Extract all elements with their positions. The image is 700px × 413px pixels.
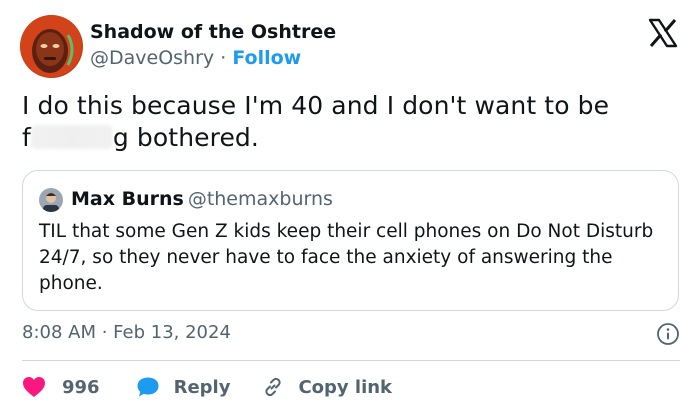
separator-dot: ·: [220, 47, 227, 69]
follow-button[interactable]: Follow: [232, 47, 301, 69]
tweet-timestamp[interactable]: 8:08 AM · Feb 13, 2024: [22, 322, 231, 343]
heart-icon: [23, 377, 45, 397]
quoted-author-row: Max Burns @themaxburns: [71, 188, 333, 210]
author-handle-row: @DaveOshry · Follow: [90, 47, 301, 69]
author-avatar[interactable]: [20, 15, 83, 78]
tweet-text-line-1: I do this because I'm 40 and I don't wan…: [22, 91, 610, 120]
tweet-text-line-2: f g bothered.: [22, 122, 682, 154]
censored-blur: [30, 125, 113, 149]
divider: [22, 360, 680, 361]
speech-bubble-icon: [137, 377, 159, 397]
reply-button[interactable]: Reply: [136, 376, 231, 398]
link-icon: [265, 377, 282, 397]
copy-link-label: Copy link: [298, 376, 393, 398]
quoted-tweet-text: TIL that some Gen Z kids keep their cell…: [39, 221, 654, 294]
author-display-name[interactable]: Shadow of the Oshtree: [90, 21, 336, 43]
quoted-author-handle[interactable]: @themaxburns: [188, 188, 333, 210]
tweet-text-prefix: f: [22, 123, 31, 152]
author-handle[interactable]: @DaveOshry: [90, 47, 214, 69]
quoted-tweet-card[interactable]: Max Burns @themaxburns TIL that some Gen …: [22, 170, 679, 311]
tweet-text: I do this because I'm 40 and I don't wan…: [22, 90, 682, 154]
info-icon[interactable]: [656, 322, 680, 346]
like-button[interactable]: 996: [22, 376, 100, 398]
quoted-author-avatar[interactable]: [39, 188, 63, 212]
action-bar: 996 Reply Copy link: [22, 372, 392, 402]
x-logo-icon[interactable]: [648, 18, 678, 48]
copy-link-button[interactable]: Copy link: [262, 376, 392, 398]
like-count: 996: [62, 376, 100, 398]
reply-label: Reply: [173, 376, 231, 398]
quoted-author-name[interactable]: Max Burns: [71, 188, 184, 210]
tweet-text-suffix: g bothered.: [112, 123, 259, 152]
